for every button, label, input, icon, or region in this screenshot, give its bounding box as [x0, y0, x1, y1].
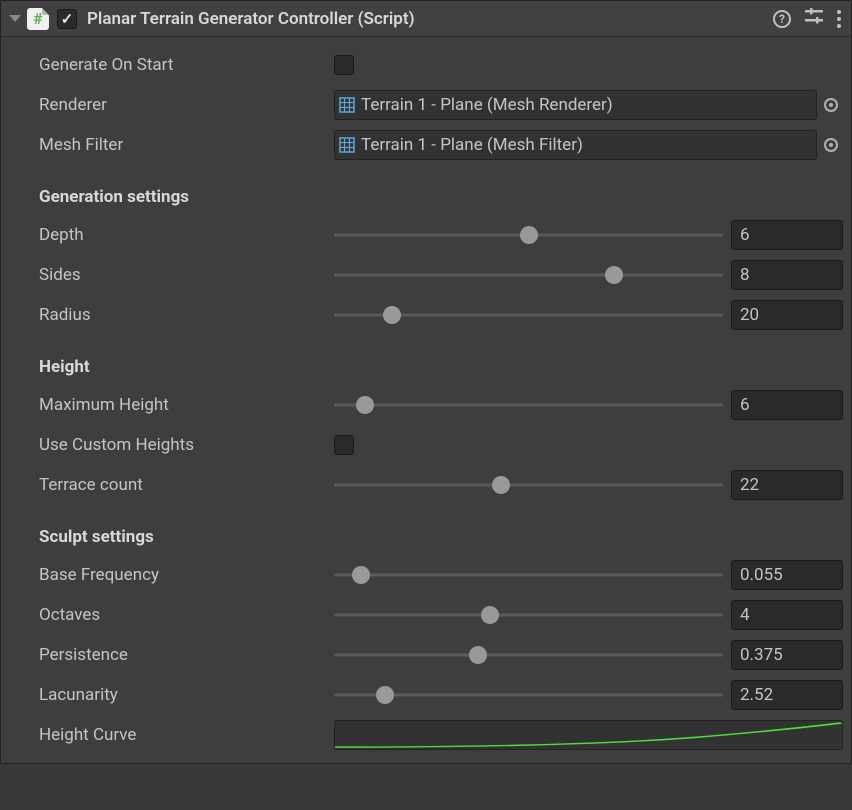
context-menu-icon[interactable]	[837, 8, 841, 29]
sides-input[interactable]	[731, 260, 843, 290]
mesh-filter-row: Mesh Filter Terrain 1 - Plane (Mesh Filt…	[11, 125, 843, 165]
base-frequency-label: Base Frequency	[39, 565, 334, 585]
generate-on-start-row: Generate On Start	[11, 45, 843, 85]
script-icon	[27, 8, 49, 30]
max-height-slider[interactable]	[334, 395, 723, 415]
renderer-value: Terrain 1 - Plane (Mesh Renderer)	[361, 95, 812, 115]
sides-row: Sides	[11, 255, 843, 295]
use-custom-heights-label: Use Custom Heights	[39, 435, 334, 455]
lacunarity-row: Lacunarity	[11, 675, 843, 715]
lacunarity-label: Lacunarity	[39, 685, 334, 705]
terrace-count-label: Terrace count	[39, 475, 334, 495]
radius-label: Radius	[39, 305, 334, 325]
base-frequency-slider[interactable]	[334, 565, 723, 585]
use-custom-heights-checkbox[interactable]	[334, 435, 354, 455]
base-frequency-input[interactable]	[731, 560, 843, 590]
component-enable-checkbox[interactable]	[57, 9, 77, 29]
persistence-input[interactable]	[731, 640, 843, 670]
preset-icon[interactable]	[805, 8, 823, 29]
terrace-count-input[interactable]	[731, 470, 843, 500]
foldout-arrow-icon[interactable]	[9, 15, 21, 22]
use-custom-heights-row: Use Custom Heights	[11, 425, 843, 465]
object-picker-icon	[824, 98, 838, 112]
max-height-label: Maximum Height	[39, 395, 334, 415]
base-frequency-row: Base Frequency	[11, 555, 843, 595]
radius-input[interactable]	[731, 300, 843, 330]
depth-row: Depth	[11, 215, 843, 255]
mesh-renderer-icon	[339, 97, 355, 113]
mesh-filter-object-field[interactable]: Terrain 1 - Plane (Mesh Filter)	[334, 130, 817, 160]
generate-on-start-label: Generate On Start	[39, 55, 334, 75]
generate-on-start-checkbox[interactable]	[334, 55, 354, 75]
depth-input[interactable]	[731, 220, 843, 250]
component-title: Planar Terrain Generator Controller (Scr…	[87, 9, 773, 29]
generation-section-header: Generation settings	[11, 179, 843, 215]
renderer-row: Renderer Terrain 1 - Plane (Mesh Rendere…	[11, 85, 843, 125]
inspector-component: Planar Terrain Generator Controller (Scr…	[0, 0, 852, 764]
mesh-filter-value: Terrain 1 - Plane (Mesh Filter)	[361, 135, 812, 155]
depth-label: Depth	[39, 225, 334, 245]
mesh-filter-icon	[339, 137, 355, 153]
component-header[interactable]: Planar Terrain Generator Controller (Scr…	[1, 1, 851, 37]
sculpt-section-header: Sculpt settings	[11, 519, 843, 555]
octaves-row: Octaves	[11, 595, 843, 635]
lacunarity-input[interactable]	[731, 680, 843, 710]
terrace-count-slider[interactable]	[334, 475, 723, 495]
max-height-input[interactable]	[731, 390, 843, 420]
height-curve-label: Height Curve	[39, 725, 334, 745]
curve-preview-icon	[335, 721, 842, 749]
sides-label: Sides	[39, 265, 334, 285]
object-picker-icon	[824, 138, 838, 152]
renderer-object-field[interactable]: Terrain 1 - Plane (Mesh Renderer)	[334, 90, 817, 120]
header-actions: ?	[773, 8, 841, 29]
height-section-header: Height	[11, 349, 843, 385]
height-curve-row: Height Curve	[11, 715, 843, 755]
octaves-input[interactable]	[731, 600, 843, 630]
persistence-row: Persistence	[11, 635, 843, 675]
octaves-slider[interactable]	[334, 605, 723, 625]
height-curve-field[interactable]	[334, 720, 843, 750]
octaves-label: Octaves	[39, 605, 334, 625]
sides-slider[interactable]	[334, 265, 723, 285]
radius-slider[interactable]	[334, 305, 723, 325]
component-body: Generate On Start Renderer Terrain 1 - P…	[1, 37, 851, 763]
persistence-slider[interactable]	[334, 645, 723, 665]
help-icon[interactable]: ?	[773, 10, 791, 28]
radius-row: Radius	[11, 295, 843, 335]
renderer-picker-button[interactable]	[819, 90, 843, 120]
depth-slider[interactable]	[334, 225, 723, 245]
mesh-filter-label: Mesh Filter	[39, 135, 334, 155]
mesh-filter-picker-button[interactable]	[819, 130, 843, 160]
renderer-label: Renderer	[39, 95, 334, 115]
max-height-row: Maximum Height	[11, 385, 843, 425]
lacunarity-slider[interactable]	[334, 685, 723, 705]
terrace-count-row: Terrace count	[11, 465, 843, 505]
persistence-label: Persistence	[39, 645, 334, 665]
